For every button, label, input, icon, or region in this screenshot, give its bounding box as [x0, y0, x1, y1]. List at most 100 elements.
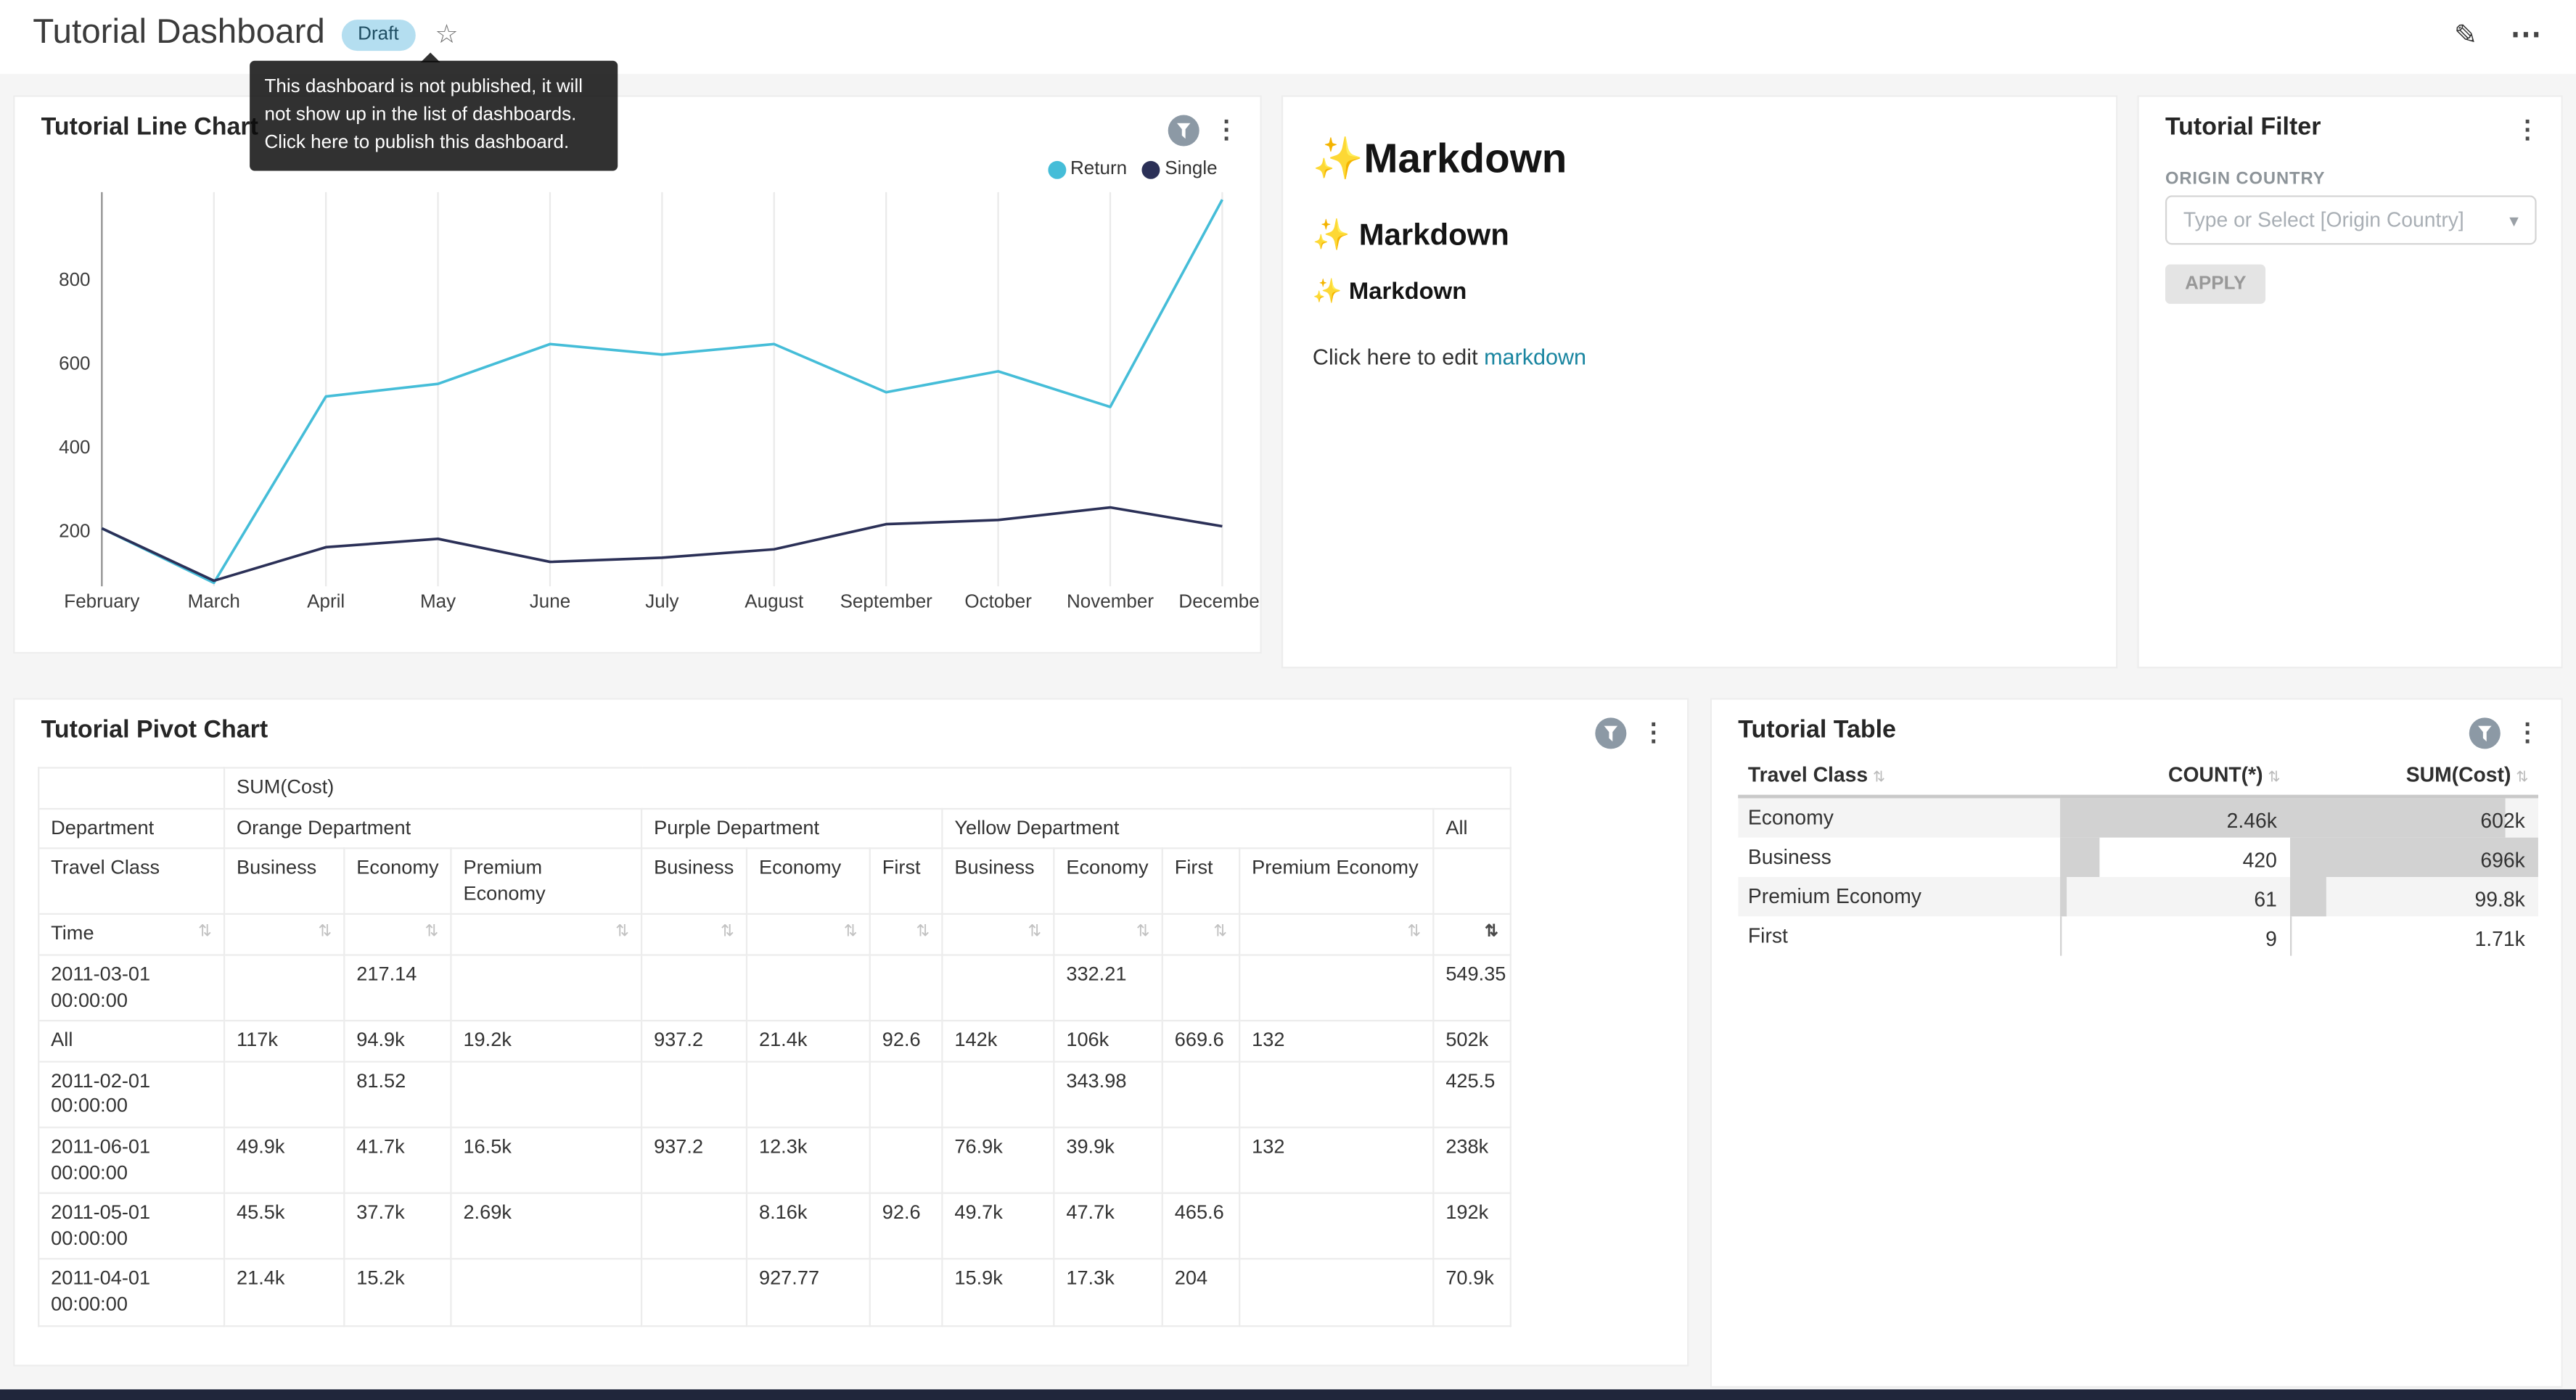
sum-value: 602k — [2290, 803, 2538, 833]
pivot-travel-class-header[interactable]: First — [1162, 849, 1239, 915]
table-row: Business420696k — [1738, 838, 2538, 877]
pivot-row-header: 2011-04-01 00:00:00 — [38, 1259, 224, 1325]
pivot-travel-class-header[interactable]: Economy — [747, 849, 870, 915]
pivot-travel-class-header[interactable]: Premium Economy — [451, 849, 641, 915]
pivot-cell — [1239, 1259, 1433, 1325]
column-header-label: SUM(Cost) — [2406, 764, 2511, 787]
sort-icon: ⇅ — [2516, 769, 2528, 786]
filter-indicator-icon[interactable] — [1595, 717, 1626, 749]
svg-text:May: May — [420, 590, 456, 612]
column-header-label: Travel Class — [1748, 764, 1868, 787]
markdown-card: ✨Markdown ✨ Markdown ✨ Markdown Click he… — [1281, 95, 2117, 668]
pivot-row: 2011-04-01 00:00:0021.4k15.2k927.7715.9k… — [38, 1259, 1511, 1325]
column-header-travel-class[interactable]: Travel Class⇅ — [1738, 755, 2060, 796]
apply-button[interactable]: APPLY — [2165, 265, 2266, 304]
count-cell: 9 — [2060, 916, 2290, 955]
svg-text:March: March — [188, 590, 240, 612]
pivot-travel-class-header[interactable]: Premium Economy — [1239, 849, 1433, 915]
markdown-edit-link[interactable]: markdown — [1484, 345, 1586, 369]
pivot-cell — [641, 1193, 747, 1259]
favorite-star-icon[interactable]: ☆ — [435, 18, 458, 51]
sum-cell: 99.8k — [2290, 877, 2538, 916]
pivot-cell: 465.6 — [1162, 1193, 1239, 1259]
legend-dot-icon — [1142, 160, 1160, 178]
pivot-cell: 17.3k — [1054, 1259, 1162, 1325]
pivot-cell: 39.9k — [1054, 1127, 1162, 1193]
sort-icon[interactable]: ⇅ — [747, 915, 870, 955]
count-value: 61 — [2060, 882, 2290, 912]
pivot-travel-class-header[interactable]: First — [870, 849, 943, 915]
pivot-travel-class-header[interactable]: Economy — [344, 849, 451, 915]
travel-class-cell: Business — [1738, 838, 2060, 877]
pivot-cell: 45.5k — [224, 1193, 344, 1259]
page-title: Tutorial Dashboard — [33, 13, 325, 52]
pivot-all-header[interactable]: All — [1433, 808, 1511, 849]
sort-icon[interactable]: ⇅ — [198, 922, 212, 943]
pivot-travel-class-header[interactable]: Economy — [1054, 849, 1162, 915]
pivot-cell: 927.77 — [747, 1259, 870, 1325]
pivot-department-header[interactable]: Purple Department — [641, 808, 942, 849]
pivot-header-icons: ⋮ — [1595, 717, 1665, 749]
sort-icon[interactable]: ⇅ — [451, 915, 641, 955]
sort-icon[interactable]: ⇅ — [942, 915, 1054, 955]
pivot-cell: 12.3k — [747, 1127, 870, 1193]
pivot-header-row: Travel ClassBusinessEconomyPremium Econo… — [38, 849, 1511, 915]
draft-publish-tooltip[interactable]: This dashboard is not published, it will… — [250, 61, 618, 171]
pivot-cell: 21.4k — [224, 1259, 344, 1325]
count-value: 9 — [2060, 921, 2290, 951]
pivot-cell: 502k — [1433, 1021, 1511, 1061]
filter-indicator-icon[interactable] — [1168, 115, 1199, 146]
pivot-cell — [1239, 955, 1433, 1021]
pivot-empty-header — [1433, 849, 1511, 915]
edit-dashboard-icon[interactable]: ✎ — [2454, 19, 2477, 52]
pivot-department-header[interactable]: Orange Department — [224, 808, 641, 849]
sort-icon[interactable]: ⇅ — [1162, 915, 1239, 955]
sort-icon: ⇅ — [2268, 769, 2280, 786]
column-header-sum-cost-[interactable]: SUM(Cost) ⇅ — [2290, 755, 2538, 796]
origin-country-select[interactable]: Type or Select [Origin Country] ▾ — [2165, 195, 2537, 244]
pivot-cell — [1239, 1061, 1433, 1127]
pivot-cell — [224, 1061, 344, 1127]
svg-text:February: February — [64, 590, 139, 612]
filter-indicator-icon[interactable] — [2469, 717, 2501, 749]
pivot-menu-icon[interactable]: ⋮ — [1641, 717, 1666, 749]
table-row: Economy2.46k602k — [1738, 796, 2538, 838]
pivot-cell: 937.2 — [641, 1127, 747, 1193]
sort-icon[interactable]: ⇅ — [344, 915, 451, 955]
table-menu-icon[interactable]: ⋮ — [2515, 717, 2540, 749]
pivot-cell: 343.98 — [1054, 1061, 1162, 1127]
chart-menu-icon[interactable]: ⋮ — [1214, 115, 1239, 146]
filter-card: Tutorial Filter ⋮ ORIGIN COUNTRY Type or… — [2137, 95, 2562, 668]
pivot-cell — [942, 1061, 1054, 1127]
pivot-cell: 49.7k — [942, 1193, 1054, 1259]
sort-icon[interactable]: ⇅ — [1239, 915, 1433, 955]
more-options-icon[interactable]: ⋯ — [2510, 17, 2543, 54]
pivot-row-header: 2011-06-01 00:00:00 — [38, 1127, 224, 1193]
filter-menu-icon[interactable]: ⋮ — [2515, 115, 2540, 146]
draft-status-badge[interactable]: Draft — [342, 20, 416, 51]
svg-text:September: September — [840, 590, 933, 612]
pivot-cell: 15.2k — [344, 1259, 451, 1325]
sort-icon[interactable]: ⇅ — [641, 915, 747, 955]
legend-item[interactable]: Single — [1142, 160, 1218, 179]
pivot-cell — [870, 1259, 943, 1325]
pivot-cell: 549.35 — [1433, 955, 1511, 1021]
pivot-cell: 669.6 — [1162, 1021, 1239, 1061]
legend-item[interactable]: Return — [1047, 160, 1127, 179]
count-cell: 2.46k — [2060, 796, 2290, 838]
pivot-travel-class-header[interactable]: Business — [224, 849, 344, 915]
column-header-count-[interactable]: COUNT(*)⇅ — [2060, 755, 2290, 796]
sort-icon[interactable]: ⇅ — [1433, 915, 1511, 955]
sort-icon[interactable]: ⇅ — [1054, 915, 1162, 955]
chevron-down-icon: ▾ — [2509, 210, 2519, 231]
pivot-department-header[interactable]: Yellow Department — [942, 808, 1433, 849]
pivot-cell: 49.9k — [224, 1127, 344, 1193]
svg-text:200: 200 — [59, 519, 90, 541]
pivot-travel-class-header[interactable]: Business — [641, 849, 747, 915]
pivot-cell: 92.6 — [870, 1021, 943, 1061]
sort-icon[interactable]: ⇅ — [870, 915, 943, 955]
sort-icon[interactable]: ⇅ — [224, 915, 344, 955]
sum-value: 99.8k — [2290, 882, 2538, 912]
pivot-travel-class-header[interactable]: Business — [942, 849, 1054, 915]
travel-class-cell: Premium Economy — [1738, 877, 2060, 916]
